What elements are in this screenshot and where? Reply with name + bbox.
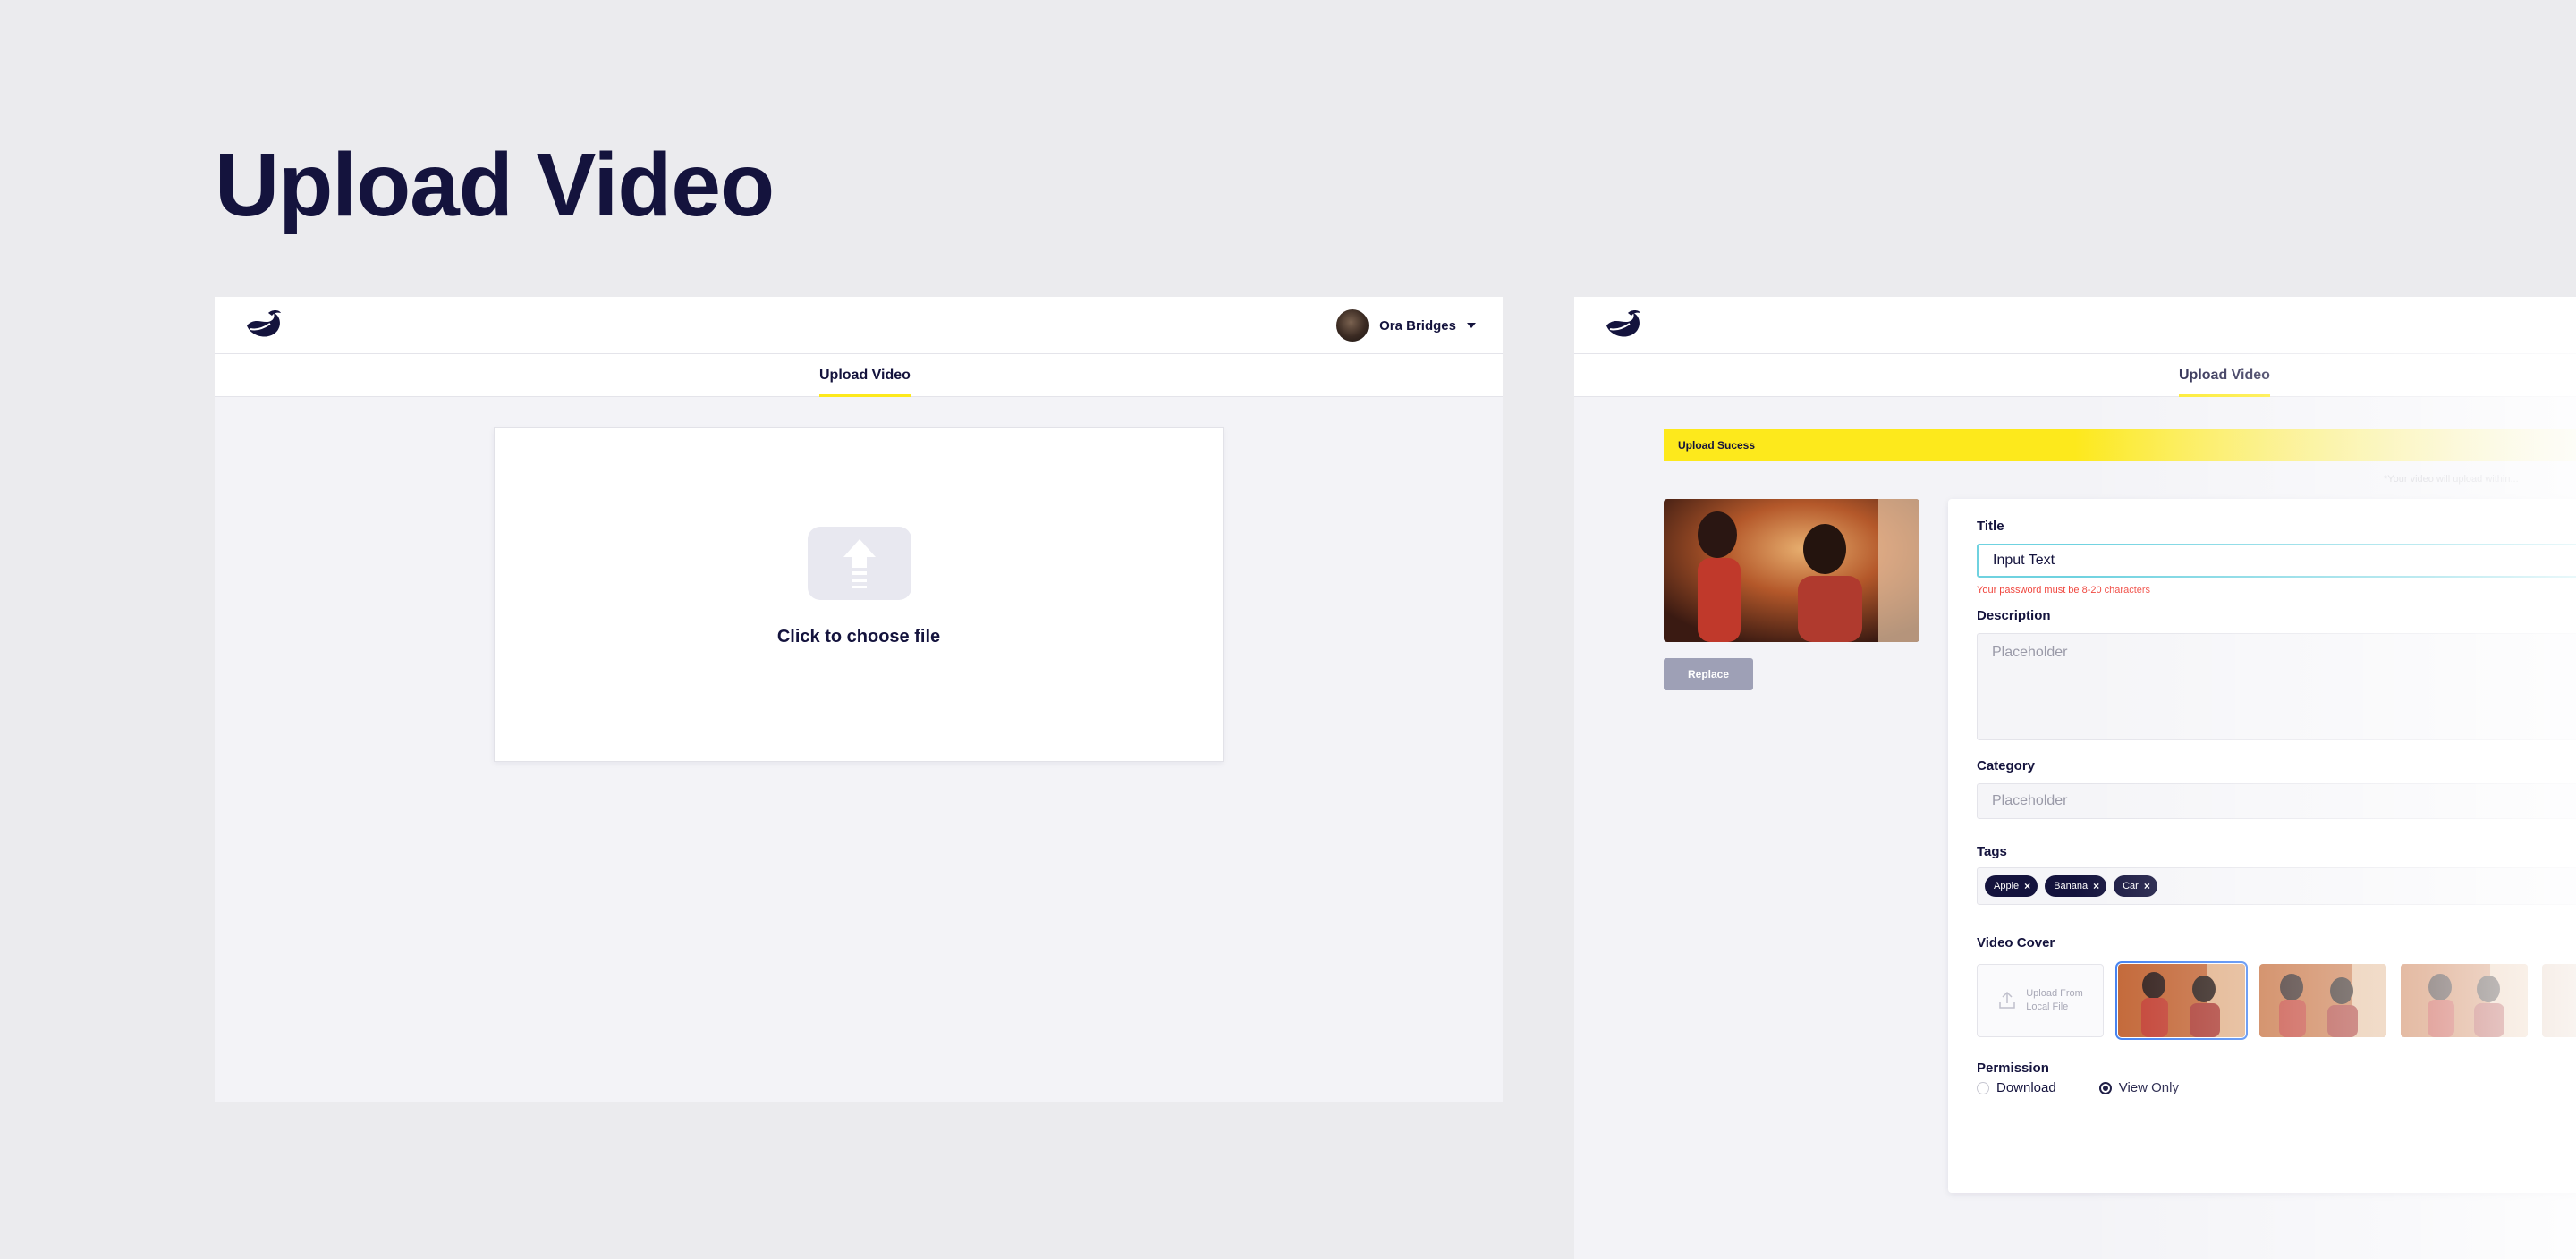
category-label: Category xyxy=(1977,758,2036,773)
upload-cover-line1: Upload From xyxy=(2026,988,2083,999)
tag-label: Apple xyxy=(1994,881,2020,891)
upload-cover-button[interactable]: Upload From Local File xyxy=(1977,964,2104,1037)
upload-arrow-icon xyxy=(843,539,876,588)
tab-bar: Upload Video xyxy=(215,354,1503,397)
cover-thumbnail[interactable] xyxy=(2401,964,2528,1037)
title-label: Title xyxy=(1977,519,2004,534)
tab-active-indicator xyxy=(819,394,911,397)
radio-label: Download xyxy=(1996,1080,2056,1095)
video-thumbnail-image xyxy=(1664,499,1919,642)
tab-bar: Upload Video xyxy=(1574,354,2576,397)
permission-label: Permission xyxy=(1977,1060,2049,1076)
cover-thumbnail[interactable] xyxy=(2259,964,2386,1037)
category-select[interactable] xyxy=(1977,783,2576,819)
tag-chip: Car × xyxy=(2114,875,2157,897)
permission-radio-group: Download View Only xyxy=(1977,1080,2179,1095)
description-label: Description xyxy=(1977,608,2051,623)
replace-button[interactable]: Replace xyxy=(1664,658,1753,690)
title-error-text: Your password must be 8-20 characters xyxy=(1977,585,2151,596)
video-thumbnail xyxy=(1664,499,1919,642)
video-details-form: Title Your password must be 8-20 charact… xyxy=(1948,499,2576,1193)
cover-image xyxy=(2118,964,2245,1037)
remove-tag-icon[interactable]: × xyxy=(2144,880,2150,892)
upload-panel: Ora Bridges Upload Video Click to choose… xyxy=(215,297,1503,1102)
bird-logo-icon[interactable] xyxy=(242,308,284,343)
upload-cover-line2: Local File xyxy=(2026,1001,2069,1012)
radio-download[interactable]: Download xyxy=(1977,1080,2056,1095)
video-cover-list: Upload From Local File xyxy=(1977,961,2576,1040)
tab-label: Upload Video xyxy=(2179,368,2270,383)
tags-label: Tags xyxy=(1977,844,2007,859)
radio-view-only[interactable]: View Only xyxy=(2098,1080,2179,1095)
cover-thumbnail[interactable] xyxy=(2542,964,2576,1037)
tag-chip: Apple × xyxy=(1985,875,2038,897)
upload-hint-text: *Your video will upload within... xyxy=(2384,474,2519,485)
cover-image xyxy=(2259,964,2386,1037)
video-cover-label: Video Cover xyxy=(1977,935,2055,951)
description-textarea[interactable] xyxy=(1977,633,2576,740)
remove-tag-icon[interactable]: × xyxy=(2024,880,2030,892)
radio-checked-icon[interactable] xyxy=(2098,1081,2112,1094)
tab-upload-video[interactable]: Upload Video xyxy=(819,354,911,397)
title-input[interactable] xyxy=(1977,544,2576,578)
tab-upload-video[interactable]: Upload Video xyxy=(2179,354,2270,397)
cover-image xyxy=(2542,964,2576,1037)
choose-file-text[interactable]: Click to choose file xyxy=(495,627,1223,647)
tab-active-indicator xyxy=(2179,394,2270,397)
cover-thumbnail[interactable] xyxy=(2115,961,2248,1040)
tags-input[interactable]: Apple × Banana × Car × xyxy=(1977,867,2576,905)
video-details-panel: Upload Video Upload Sucess *Your video w… xyxy=(1574,297,2576,1259)
caret-down-icon[interactable] xyxy=(1467,323,1476,328)
page-title: Upload Video xyxy=(215,135,775,235)
top-nav: Ora Bridges xyxy=(215,297,1503,354)
bird-logo-icon[interactable] xyxy=(1601,308,1644,343)
top-nav xyxy=(1574,297,2576,354)
user-name[interactable]: Ora Bridges xyxy=(1379,318,1456,334)
tab-label: Upload Video xyxy=(819,368,911,383)
upload-success-banner: Upload Sucess xyxy=(1664,429,2576,461)
upload-cover-text: Upload From Local File xyxy=(2026,987,2083,1014)
file-dropzone[interactable]: Click to choose file xyxy=(494,427,1224,762)
tag-chip: Banana × xyxy=(2045,875,2107,897)
radio-unchecked-icon[interactable] xyxy=(1977,1081,1989,1094)
tag-label: Car xyxy=(2123,881,2139,891)
user-menu[interactable]: Ora Bridges xyxy=(1336,309,1476,342)
avatar[interactable] xyxy=(1336,309,1369,342)
remove-tag-icon[interactable]: × xyxy=(2093,880,2099,892)
tag-label: Banana xyxy=(2054,881,2089,891)
upload-icon-box[interactable] xyxy=(808,527,911,600)
cover-image xyxy=(2401,964,2528,1037)
upload-icon xyxy=(1999,991,2015,1009)
radio-label: View Only xyxy=(2118,1080,2179,1095)
